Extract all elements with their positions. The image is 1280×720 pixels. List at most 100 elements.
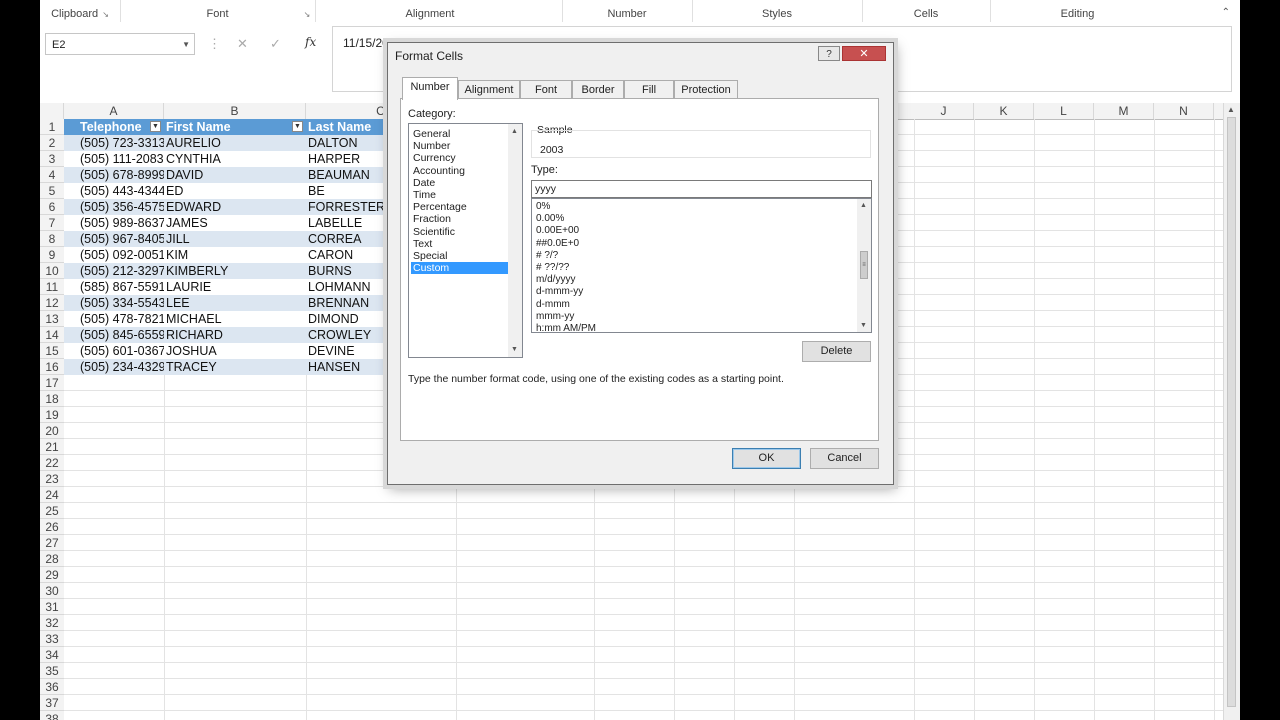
tab-font[interactable]: Font [520, 80, 572, 99]
table-cell[interactable]: CYNTHIA [164, 151, 306, 167]
table-cell[interactable]: (505) 601-0367 [64, 343, 164, 359]
row-header[interactable]: 37 [40, 695, 64, 711]
table-cell[interactable]: (505) 478-7821 [64, 311, 164, 327]
ribbon-group-styles[interactable]: Styles [692, 0, 862, 26]
table-cell[interactable]: LAURIE [164, 279, 306, 295]
ribbon-group-clipboard[interactable]: Clipboard ↘ [40, 0, 120, 26]
delete-button[interactable]: Delete [802, 341, 871, 362]
row-header[interactable]: 1 [40, 119, 64, 135]
column-header-l[interactable]: L [1034, 103, 1094, 119]
cancel-button[interactable]: Cancel [810, 448, 879, 469]
category-list[interactable]: ▲ ▼ General Number Currency Accounting Date T… [408, 123, 523, 358]
category-item[interactable]: Fraction [411, 213, 508, 225]
filter-dropdown-icon[interactable]: ▼ [292, 121, 303, 132]
type-list-scrollbar[interactable]: ▲ ≡ ▼ [857, 199, 871, 332]
row-header[interactable]: 27 [40, 535, 64, 551]
ribbon-group-cells[interactable]: Cells [862, 0, 990, 26]
column-header-m[interactable]: M [1094, 103, 1154, 119]
enter-icon[interactable]: ✓ [270, 36, 281, 52]
row-header[interactable]: 24 [40, 487, 64, 503]
font-dialog-launcher-icon[interactable]: ↘ [295, 0, 315, 26]
category-item[interactable]: Special [411, 250, 508, 262]
row-header[interactable]: 4 [40, 167, 64, 183]
row-header[interactable]: 6 [40, 199, 64, 215]
filter-dropdown-icon[interactable]: ▼ [150, 121, 161, 132]
row-header[interactable]: 22 [40, 455, 64, 471]
tab-fill[interactable]: Fill [624, 80, 674, 99]
select-all-corner[interactable] [40, 103, 64, 119]
row-header[interactable]: 12 [40, 295, 64, 311]
table-cell[interactable]: JILL [164, 231, 306, 247]
row-header[interactable]: 23 [40, 471, 64, 487]
format-type-item[interactable]: mmm-yy [536, 311, 574, 323]
column-header-k[interactable]: K [974, 103, 1034, 119]
table-cell[interactable]: KIMBERLY [164, 263, 306, 279]
row-header[interactable]: 10 [40, 263, 64, 279]
column-header-j[interactable]: J [914, 103, 974, 119]
category-item[interactable]: Currency [411, 152, 508, 164]
table-cell[interactable]: (505) 845-6559 [64, 327, 164, 343]
format-type-list[interactable]: ▲ ≡ ▼ 0% 0.00% 0.00E+00 ##0.0E+0 # ?/? # ??/?… [531, 198, 872, 333]
row-header[interactable]: 3 [40, 151, 64, 167]
row-header[interactable]: 35 [40, 663, 64, 679]
format-type-item[interactable]: # ??/?? [536, 262, 569, 274]
ribbon-group-alignment[interactable]: Alignment [315, 0, 545, 26]
collapse-ribbon-icon[interactable]: ⌃ [1222, 7, 1230, 18]
table-cell[interactable]: JAMES [164, 215, 306, 231]
table-cell[interactable]: (585) 867-5591 [64, 279, 164, 295]
table-cell[interactable]: RICHARD [164, 327, 306, 343]
chevron-down-icon[interactable]: ▼ [182, 34, 190, 56]
help-button[interactable]: ? [818, 46, 840, 61]
category-item[interactable]: Accounting [411, 165, 508, 177]
tab-protection[interactable]: Protection [674, 80, 738, 99]
category-item[interactable]: General [411, 128, 508, 140]
row-header[interactable]: 20 [40, 423, 64, 439]
row-header[interactable]: 30 [40, 583, 64, 599]
row-header[interactable]: 18 [40, 391, 64, 407]
row-header[interactable]: 33 [40, 631, 64, 647]
table-header-cell[interactable]: First Name [164, 119, 306, 135]
row-header[interactable]: 7 [40, 215, 64, 231]
more-options-icon[interactable]: ⋮ [208, 36, 221, 52]
category-item[interactable]: Custom [411, 262, 508, 275]
category-item[interactable]: Percentage [411, 201, 508, 213]
row-header[interactable]: 2 [40, 135, 64, 151]
table-cell[interactable]: MICHAEL [164, 311, 306, 327]
category-scrollbar[interactable]: ▲ ▼ [508, 124, 522, 357]
type-input[interactable]: yyyy [531, 180, 872, 198]
dialog-launcher-icon[interactable]: ↘ [102, 10, 109, 19]
name-box[interactable]: E2 ▼ [45, 33, 195, 55]
tab-alignment[interactable]: Alignment [458, 80, 520, 99]
scroll-down-icon[interactable]: ▼ [860, 322, 867, 329]
table-cell[interactable]: DAVID [164, 167, 306, 183]
row-header[interactable]: 28 [40, 551, 64, 567]
table-cell[interactable]: (505) 092-0051 [64, 247, 164, 263]
table-cell[interactable]: LEE [164, 295, 306, 311]
category-item[interactable]: Text [411, 238, 508, 250]
tab-number[interactable]: Number [402, 77, 458, 100]
format-type-item[interactable]: ##0.0E+0 [536, 238, 579, 250]
row-header[interactable]: 21 [40, 439, 64, 455]
format-type-item[interactable]: m/d/yyyy [536, 274, 575, 286]
table-cell[interactable]: (505) 212-3297 [64, 263, 164, 279]
table-cell[interactable]: (505) 334-5543 [64, 295, 164, 311]
row-header[interactable]: 15 [40, 343, 64, 359]
table-cell[interactable]: JOSHUA [164, 343, 306, 359]
row-header[interactable]: 13 [40, 311, 64, 327]
ribbon-group-editing[interactable]: Editing [990, 0, 1165, 26]
cancel-icon[interactable]: ✕ [237, 36, 248, 52]
table-cell[interactable]: (505) 678-8999 [64, 167, 164, 183]
row-header[interactable]: 31 [40, 599, 64, 615]
table-cell[interactable]: (505) 989-8637 [64, 215, 164, 231]
row-header[interactable]: 36 [40, 679, 64, 695]
table-cell[interactable]: EDWARD [164, 199, 306, 215]
table-header-cell[interactable]: Telephone [64, 119, 164, 135]
category-item[interactable]: Scientific [411, 226, 508, 238]
table-cell[interactable]: (505) 723-3313 [64, 135, 164, 151]
ribbon-group-number[interactable]: Number [562, 0, 692, 26]
table-cell[interactable]: ED [164, 183, 306, 199]
format-type-item[interactable]: h:mm AM/PM [536, 323, 596, 332]
scroll-down-icon[interactable]: ▼ [511, 346, 518, 353]
column-header-b[interactable]: B [164, 103, 306, 119]
category-item[interactable]: Time [411, 189, 508, 201]
